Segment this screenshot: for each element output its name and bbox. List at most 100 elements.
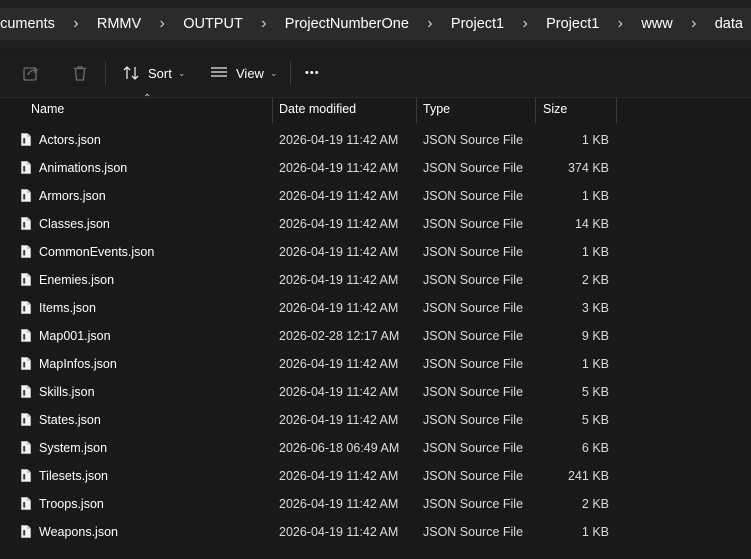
- chevron-right-icon[interactable]: ›: [599, 15, 641, 33]
- file-type: JSON Source File: [423, 469, 524, 483]
- file-row[interactable]: Classes.json 2026-04-19 11:42 AM JSON Sour…: [0, 210, 751, 238]
- file-date-modified: 2026-04-19 11:42 AM: [279, 217, 399, 231]
- file-name: Classes.json: [39, 217, 110, 231]
- trash-icon: [74, 66, 86, 81]
- file-size: 1 KB: [581, 189, 609, 203]
- file-type: JSON Source File: [423, 525, 524, 539]
- column-divider[interactable]: [616, 97, 617, 123]
- file-date-modified: 2026-04-19 11:42 AM: [279, 189, 399, 203]
- column-header-row: ⌃ Name Date modified Type Size: [0, 93, 751, 123]
- file-size: 1 KB: [581, 357, 609, 371]
- file-type: JSON Source File: [423, 385, 524, 399]
- file-name: Enemies.json: [39, 273, 115, 287]
- file-type: JSON Source File: [423, 329, 524, 343]
- file-size: 14 KB: [574, 217, 609, 231]
- breadcrumb-item-data[interactable]: data: [715, 16, 743, 32]
- column-divider[interactable]: [272, 97, 273, 123]
- file-name: Skills.json: [39, 385, 95, 399]
- chevron-right-icon[interactable]: ›: [243, 15, 285, 33]
- file-row[interactable]: Troops.json 2026-04-19 11:42 AM JSON Sourc…: [0, 490, 751, 518]
- file-name: MapInfos.json: [39, 357, 117, 371]
- column-header-type[interactable]: Type: [423, 97, 450, 121]
- file-row[interactable]: States.json 2026-04-19 11:42 AM JSON Sourc…: [0, 406, 751, 434]
- file-row[interactable]: Weapons.json 2026-04-19 11:42 AM JSON Sour…: [0, 518, 751, 546]
- breadcrumb-item-documents[interactable]: ocuments: [0, 16, 55, 32]
- list-view-icon: [211, 67, 227, 77]
- column-divider[interactable]: [416, 97, 417, 123]
- file-type: JSON Source File: [423, 441, 524, 455]
- file-date-modified: 2026-02-28 12:17 AM: [279, 329, 400, 343]
- file-date-modified: 2026-04-19 11:42 AM: [279, 469, 399, 483]
- file-name: Tilesets.json: [39, 469, 109, 483]
- more-icon: •••: [305, 67, 320, 79]
- file-row[interactable]: System.json 2026-06-18 06:49 AM JSON Sourc…: [0, 434, 751, 462]
- json-file-icon: [21, 161, 31, 174]
- json-file-icon: [21, 497, 31, 510]
- breadcrumb: ocuments › RMMV › OUTPUT › ProjectNumber…: [0, 8, 751, 40]
- breadcrumb-item-output[interactable]: OUTPUT: [183, 16, 243, 32]
- file-row[interactable]: Armors.json 2026-04-19 11:42 AM JSON Sourc…: [0, 182, 751, 210]
- file-type: JSON Source File: [423, 273, 524, 287]
- share-button[interactable]: [22, 49, 40, 97]
- file-name: Map001.json: [39, 329, 111, 343]
- file-name: CommonEvents.json: [39, 245, 155, 259]
- file-list: Actors.json 2026-04-19 11:42 AM JSON Sourc…: [0, 126, 751, 546]
- file-size: 1 KB: [581, 245, 609, 259]
- file-row[interactable]: Skills.json 2026-04-19 11:42 AM JSON Sourc…: [0, 378, 751, 406]
- file-type: JSON Source File: [423, 357, 524, 371]
- file-name: Troops.json: [39, 497, 104, 511]
- json-file-icon: [21, 525, 31, 538]
- json-file-icon: [21, 245, 31, 258]
- column-header-date-modified[interactable]: Date modified: [279, 97, 356, 121]
- file-date-modified: 2026-04-19 11:42 AM: [279, 385, 399, 399]
- file-row[interactable]: Map001.json 2026-02-28 12:17 AM JSON Sourc…: [0, 322, 751, 350]
- file-size: 5 KB: [581, 413, 609, 427]
- chevron-right-icon[interactable]: ›: [673, 15, 715, 33]
- view-label: View: [236, 65, 264, 81]
- json-file-icon: [21, 189, 31, 202]
- more-options-button[interactable]: •••: [305, 49, 320, 97]
- file-row[interactable]: Items.json 2026-04-19 11:42 AM JSON Source…: [0, 294, 751, 322]
- delete-button[interactable]: [71, 49, 89, 97]
- json-file-icon: [21, 413, 31, 426]
- file-row[interactable]: Enemies.json 2026-04-19 11:42 AM JSON Sour…: [0, 266, 751, 294]
- json-file-icon: [21, 301, 31, 314]
- chevron-down-icon: ⌄: [177, 67, 186, 78]
- column-header-size[interactable]: Size: [543, 97, 567, 121]
- sort-button[interactable]: Sort ⌄: [122, 49, 185, 97]
- breadcrumb-item-project1[interactable]: Project1: [451, 16, 504, 32]
- json-file-icon: [21, 357, 31, 370]
- file-type: JSON Source File: [423, 301, 524, 315]
- command-bar: Sort ⌄ View ⌄ •••: [0, 49, 751, 98]
- file-size: 2 KB: [581, 273, 609, 287]
- file-row[interactable]: Animations.json 2026-04-19 11:42 AM JSON S…: [0, 154, 751, 182]
- breadcrumb-item-www[interactable]: www: [641, 16, 672, 32]
- file-date-modified: 2026-04-19 11:42 AM: [279, 497, 399, 511]
- file-row[interactable]: CommonEvents.json 2026-04-19 11:42 AM JSON…: [0, 238, 751, 266]
- chevron-right-icon[interactable]: ›: [55, 15, 97, 33]
- breadcrumb-item-project1-inner[interactable]: Project1: [546, 16, 599, 32]
- file-size: 1 KB: [581, 525, 609, 539]
- file-date-modified: 2026-04-19 11:42 AM: [279, 161, 399, 175]
- chevron-right-icon[interactable]: ›: [504, 15, 546, 33]
- file-row[interactable]: Tilesets.json 2026-04-19 11:42 AM JSON Sou…: [0, 462, 751, 490]
- address-bar: ocuments › RMMV › OUTPUT › ProjectNumber…: [0, 0, 751, 48]
- column-divider[interactable]: [535, 97, 536, 123]
- breadcrumb-item-rmmv[interactable]: RMMV: [97, 16, 141, 32]
- json-file-icon: [21, 273, 31, 286]
- file-name: Items.json: [39, 301, 96, 315]
- file-size: 2 KB: [581, 497, 609, 511]
- breadcrumb-item-projectnumberone[interactable]: ProjectNumberOne: [285, 16, 409, 32]
- column-header-name[interactable]: Name: [31, 97, 64, 121]
- file-size: 9 KB: [581, 329, 609, 343]
- file-type: JSON Source File: [423, 189, 524, 203]
- view-button[interactable]: View ⌄: [210, 49, 278, 97]
- chevron-right-icon[interactable]: ›: [409, 15, 451, 33]
- file-row[interactable]: Actors.json 2026-04-19 11:42 AM JSON Sourc…: [0, 126, 751, 154]
- file-name: Actors.json: [39, 133, 101, 147]
- toolbar-divider: [105, 61, 106, 85]
- file-date-modified: 2026-04-19 11:42 AM: [279, 357, 399, 371]
- file-row[interactable]: MapInfos.json 2026-04-19 11:42 AM JSON Sou…: [0, 350, 751, 378]
- chevron-right-icon[interactable]: ›: [141, 15, 183, 33]
- file-type: JSON Source File: [423, 413, 524, 427]
